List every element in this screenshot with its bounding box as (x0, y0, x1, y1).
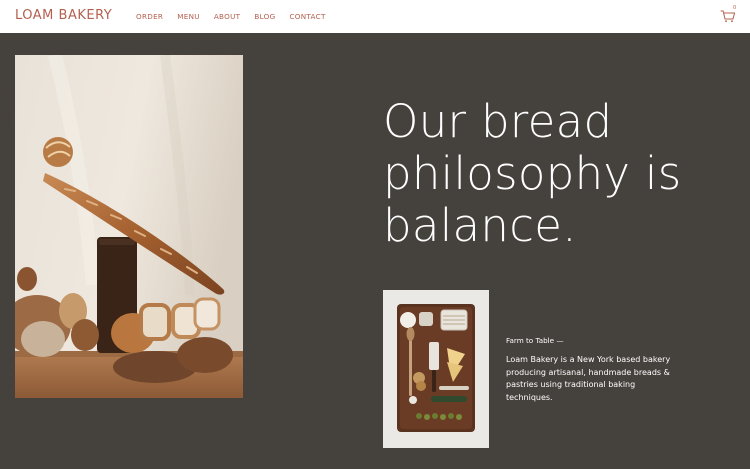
main-nav: ORDER MENU ABOUT BLOG CONTACT (136, 12, 340, 21)
nav-contact[interactable]: CONTACT (289, 12, 325, 21)
site-header: LOAM BAKERY ORDER MENU ABOUT BLOG CONTAC… (0, 0, 750, 33)
cart-count: 0 (733, 5, 737, 11)
nav-menu[interactable]: MENU (177, 12, 200, 21)
about-description: Loam Bakery is a New York based bakery p… (506, 355, 671, 402)
nav-blog[interactable]: BLOG (254, 12, 275, 21)
nav-about[interactable]: ABOUT (214, 12, 241, 21)
hero-headline: Our bread philosophy is balance. (383, 95, 682, 252)
hero-bread-image (15, 55, 243, 398)
board-image (383, 290, 489, 448)
section-kicker: Farm to Table — (506, 336, 564, 345)
nav-order[interactable]: ORDER (136, 12, 163, 21)
cart-icon[interactable] (720, 9, 736, 23)
site-logo[interactable]: LOAM BAKERY (15, 8, 112, 23)
